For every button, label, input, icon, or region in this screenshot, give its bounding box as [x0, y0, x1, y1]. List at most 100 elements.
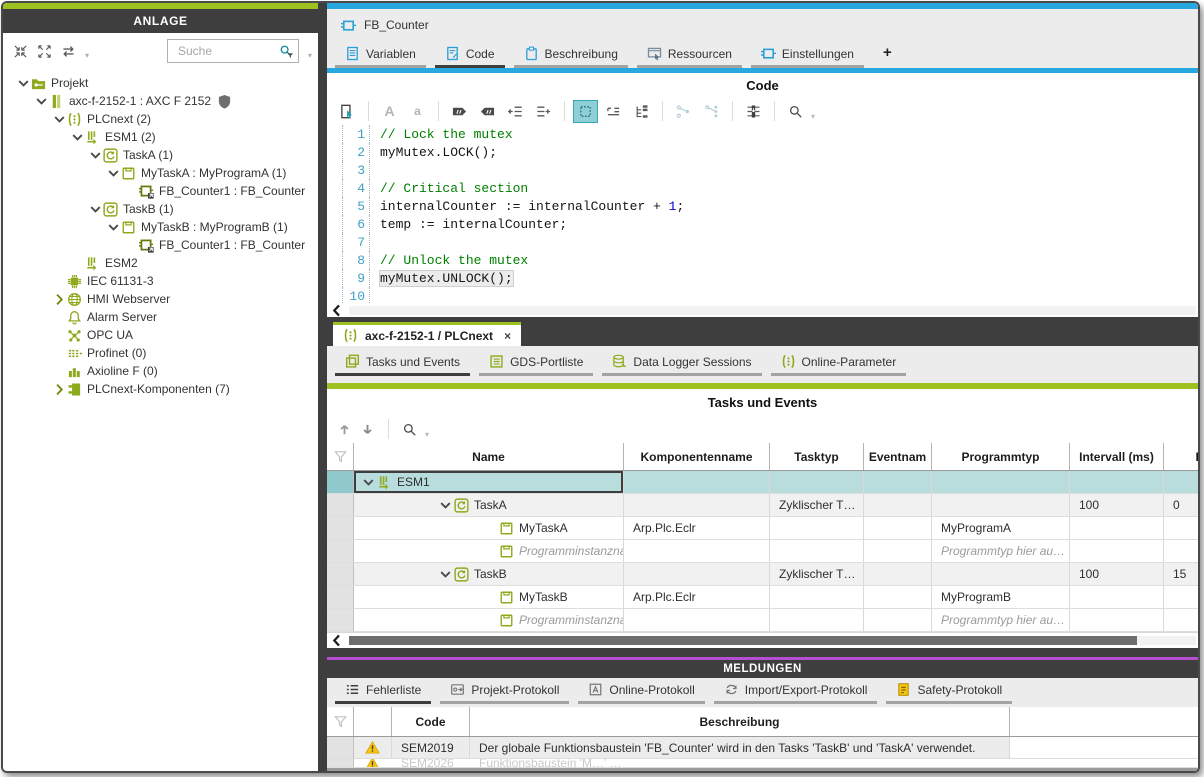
messages-tab-import-export-protokoll[interactable]: Import/Export-Protokoll — [714, 680, 878, 704]
messages-tab-projekt-protokoll[interactable]: Projekt-Protokoll — [440, 680, 569, 704]
tree-item-taska-1[interactable]: TaskA (1) — [3, 146, 318, 164]
tasks-table-row[interactable]: MyTaskBArp.Plc.Eclr MyProgramB — [327, 586, 1198, 609]
column-header-intervall-ms[interactable]: Intervall (ms) — [1070, 443, 1164, 470]
search-options-caret-icon[interactable]: ▾ — [308, 51, 312, 60]
name-cell[interactable]: MyTaskB — [354, 586, 624, 608]
cell-komponentenname[interactable] — [624, 563, 770, 585]
tree-item-mytaskb-myprogramb-1[interactable]: MyTaskB : MyProgramB (1) — [3, 218, 318, 236]
tree-item-fb-counter1-fb-counter[interactable]: FB_Counter1 : FB_Counter — [3, 236, 318, 254]
chevron-down-icon[interactable] — [438, 567, 453, 582]
controller-tab-tasks-und-events[interactable]: Tasks und Events — [335, 352, 470, 376]
controller-tab-online-parameter[interactable]: Online-Parameter — [771, 352, 907, 376]
cell-intervall-ms[interactable]: 100 — [1070, 563, 1164, 585]
editor-tab-einstellungen[interactable]: Einstellungen — [751, 44, 864, 68]
connect-dots-button[interactable] — [671, 100, 696, 123]
font-small-button[interactable]: a — [405, 100, 430, 123]
scroll-left-icon[interactable] — [330, 303, 345, 318]
connect-grid-button[interactable] — [699, 100, 724, 123]
tree-item-axc-f-2152-1-axc-f-2152[interactable]: axc-f-2152-1 : AXC F 2152 — [3, 92, 318, 110]
row-header[interactable] — [327, 517, 354, 539]
cell-intervall-ms[interactable] — [1070, 609, 1164, 631]
cell-pri[interactable]: 0 — [1164, 494, 1198, 516]
tree-item-fb-counter1-fb-counter[interactable]: FB_Counter1 : FB_Counter — [3, 182, 318, 200]
font-large-button[interactable]: A — [377, 100, 402, 123]
controller-tab-gds-portliste[interactable]: GDS-Portliste — [479, 352, 593, 376]
message-row[interactable]: SEM2026Funktionsbaustein 'M…' … — [327, 759, 1198, 768]
row-header[interactable] — [327, 609, 354, 631]
sync-arrows-icon[interactable] — [61, 44, 76, 59]
tasks-table-row[interactable]: MyTaskAArp.Plc.EclrMyProgramA — [327, 517, 1198, 540]
search-caret-icon[interactable]: ▾ — [811, 112, 815, 121]
code-line[interactable]: 6temp := internalCounter; — [342, 215, 1198, 233]
messages-tab-fehlerliste[interactable]: Fehlerliste — [335, 680, 431, 704]
row-header[interactable] — [327, 563, 354, 585]
cell-komponentenname[interactable]: Arp.Plc.Eclr — [624, 517, 770, 539]
cell-tasktyp[interactable] — [770, 471, 864, 493]
name-cell[interactable]: Programminstanzname hier eingeben — [354, 540, 624, 562]
column-header-beschreibung[interactable]: Beschreibung — [470, 707, 1010, 736]
tasks-table-row[interactable]: TaskBZyklischer T…10015 — [327, 563, 1198, 586]
cell-programmtyp[interactable] — [932, 471, 1070, 493]
search-filter-icon[interactable] — [279, 44, 294, 59]
arrow-down-icon[interactable] — [360, 422, 375, 437]
cell-tasktyp[interactable]: Zyklischer T… — [770, 494, 864, 516]
chevron-down-icon[interactable] — [88, 202, 103, 217]
tasks-table-row[interactable]: TaskAZyklischer T…1000 — [327, 494, 1198, 517]
cell-intervall-ms[interactable] — [1070, 517, 1164, 539]
snippet-select-button[interactable] — [573, 100, 598, 123]
code-line[interactable]: 10 — [342, 287, 1198, 303]
cell-eventnam[interactable] — [864, 540, 932, 562]
column-header-komponentenname[interactable]: Komponentenname — [624, 443, 770, 470]
search-button[interactable] — [783, 100, 808, 123]
indent-increase-button[interactable] — [531, 100, 556, 123]
tree-item-esm1-2[interactable]: ESM1 (2) — [3, 128, 318, 146]
code-line[interactable]: 5internalCounter := internalCounter + 1; — [342, 197, 1198, 215]
controller-document-tab[interactable]: axc-f-2152-1 / PLCnext × — [333, 322, 521, 346]
code-line[interactable]: 2myMutex.LOCK(); — [342, 143, 1198, 161]
tree-item-hmi-webserver[interactable]: HMI Webserver — [3, 290, 318, 308]
severity-column-header[interactable] — [354, 707, 392, 736]
panel-splitter[interactable] — [318, 3, 327, 771]
structure-tree-button[interactable] — [629, 100, 654, 123]
cell-tasktyp[interactable] — [770, 540, 864, 562]
row-header[interactable] — [327, 471, 354, 493]
format-line-button[interactable] — [601, 100, 626, 123]
row-header[interactable] — [327, 759, 354, 767]
cell-programmtyp[interactable] — [932, 494, 1070, 516]
editor-tab-beschreibung[interactable]: Beschreibung — [514, 44, 628, 68]
chevron-down-icon[interactable] — [52, 112, 67, 127]
comment-remove-button[interactable] — [475, 100, 500, 123]
name-cell[interactable]: ESM1 — [354, 471, 624, 493]
row-header[interactable] — [327, 586, 354, 608]
messages-tab-online-protokoll[interactable]: Online-Protokoll — [578, 680, 704, 704]
cell-eventnam[interactable] — [864, 494, 932, 516]
column-header-code[interactable]: Code — [392, 707, 470, 736]
search-input[interactable] — [176, 43, 279, 59]
tree-item-taskb-1[interactable]: TaskB (1) — [3, 200, 318, 218]
cell-intervall-ms[interactable] — [1070, 471, 1164, 493]
chevron-down-icon[interactable] — [70, 130, 85, 145]
cell-komponentenname[interactable] — [624, 494, 770, 516]
column-header-eventnam[interactable]: Eventnam — [864, 443, 932, 470]
cell-programmtyp[interactable]: Programmtyp hier au… — [932, 540, 1070, 562]
column-header-programmtyp[interactable]: Programmtyp — [932, 443, 1070, 470]
scroll-thumb[interactable] — [349, 636, 1137, 645]
cell-komponentenname[interactable] — [624, 471, 770, 493]
indent-decrease-button[interactable] — [503, 100, 528, 123]
tree-item-mytaska-myprograma-1[interactable]: MyTaskA : MyProgramA (1) — [3, 164, 318, 182]
chevron-down-icon[interactable] — [16, 76, 31, 91]
tree-item-alarm-server[interactable]: Alarm Server — [3, 308, 318, 326]
chevron-right-icon[interactable] — [52, 292, 67, 307]
tree-item-profinet-0[interactable]: Profinet (0) — [3, 344, 318, 362]
tree-item-plcnext-komponenten-7[interactable]: PLCnext-Komponenten (7) — [3, 380, 318, 398]
cell-tasktyp[interactable] — [770, 609, 864, 631]
collapse-all-icon[interactable] — [13, 44, 28, 59]
cell-programmtyp[interactable]: MyProgramB — [932, 586, 1070, 608]
cell-komponentenname[interactable]: Arp.Plc.Eclr — [624, 586, 770, 608]
cell-pri[interactable] — [1164, 540, 1198, 562]
cell-eventnam[interactable] — [864, 517, 932, 539]
tree-item-projekt[interactable]: Projekt — [3, 74, 318, 92]
tasks-table-row[interactable]: ESM1 — [327, 471, 1198, 494]
scroll-left-icon[interactable] — [330, 633, 345, 648]
cell-intervall-ms[interactable]: 100 — [1070, 494, 1164, 516]
